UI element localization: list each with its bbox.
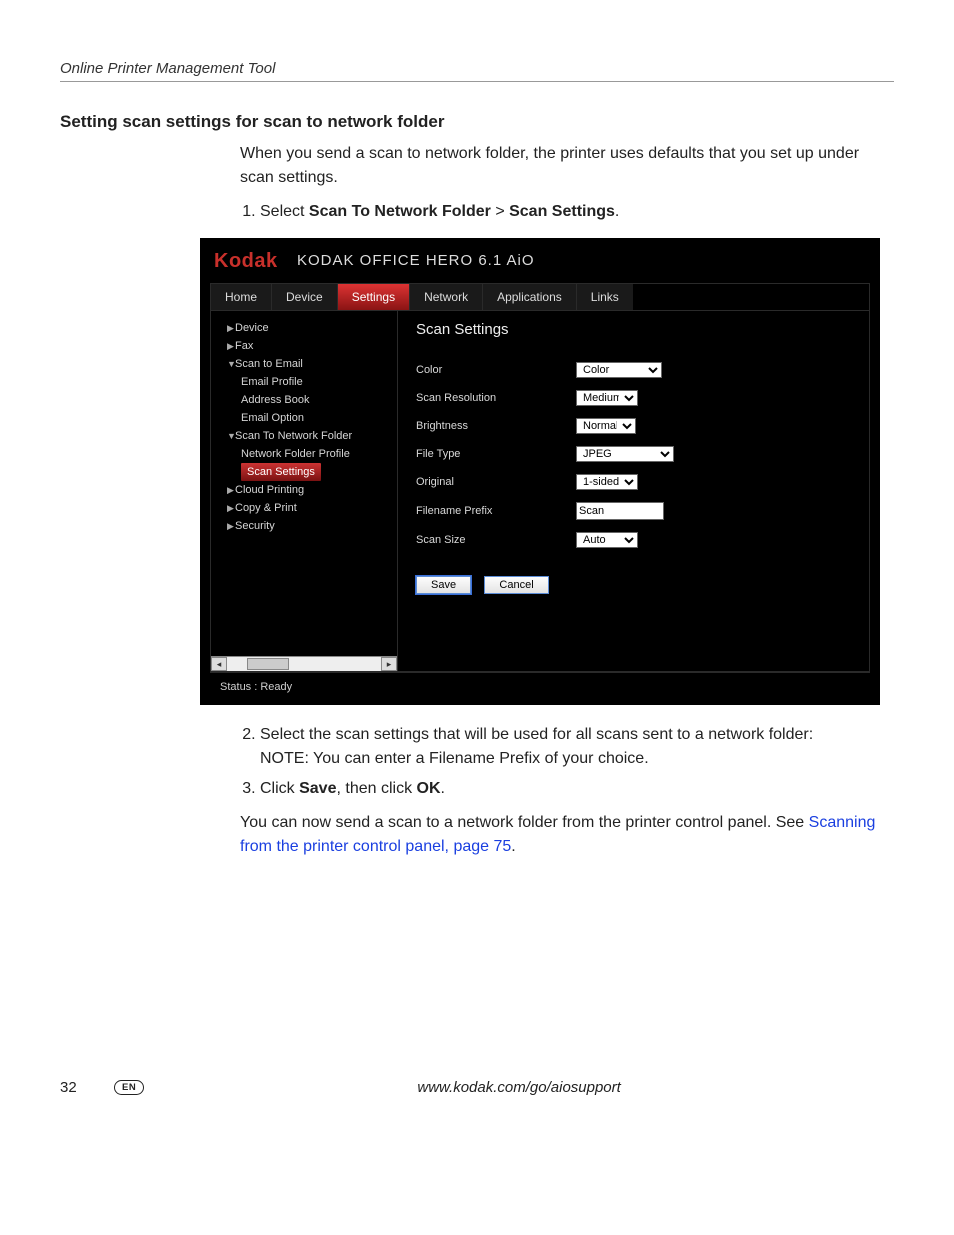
label-scan-size: Scan Size	[416, 534, 576, 546]
scroll-right-icon[interactable]: ▸	[381, 657, 397, 671]
top-tabs: Home Device Settings Network Application…	[210, 283, 870, 310]
triangle-right-icon: ▶	[227, 485, 235, 496]
label-prefix: Filename Prefix	[416, 505, 576, 517]
sidebar-item-security[interactable]: ▶Security	[221, 517, 391, 535]
select-resolution[interactable]: Medium	[576, 390, 638, 406]
triangle-right-icon: ▶	[227, 521, 235, 532]
page-number: 32	[60, 1079, 110, 1096]
model-name: KODAK OFFICE HERO 6.1 AiO	[297, 252, 535, 269]
select-scan-size[interactable]: Auto	[576, 532, 638, 548]
section-heading: Setting scan settings for scan to networ…	[60, 112, 894, 132]
input-filename-prefix[interactable]	[576, 502, 664, 520]
select-color[interactable]: Color	[576, 362, 662, 378]
sidebar-scrollbar[interactable]: ◂ ▸	[211, 656, 397, 671]
step-1: Select Scan To Network Folder > Scan Set…	[260, 200, 894, 224]
sidebar-item-copy-print[interactable]: ▶Copy & Print	[221, 499, 391, 517]
triangle-down-icon: ▼	[227, 359, 235, 369]
content-panel: Scan Settings Color Color Scan Resolutio…	[398, 311, 869, 671]
sidebar: ▶Device ▶Fax ▼Scan to Email Email Profil…	[211, 311, 398, 671]
brand-logo: Kodak	[214, 250, 278, 273]
label-brightness: Brightness	[416, 420, 576, 432]
screenshot-printer-tool: Kodak KODAK OFFICE HERO 6.1 AiO Home Dev…	[200, 238, 880, 705]
label-filetype: File Type	[416, 448, 576, 460]
tab-home[interactable]: Home	[211, 284, 272, 310]
triangle-down-icon: ▼	[227, 431, 235, 441]
intro-paragraph: When you send a scan to network folder, …	[240, 142, 894, 190]
label-resolution: Scan Resolution	[416, 392, 576, 404]
select-filetype[interactable]: JPEG	[576, 446, 674, 462]
closing-paragraph: You can now send a scan to a network fol…	[240, 811, 894, 859]
running-header: Online Printer Management Tool	[60, 60, 894, 82]
sidebar-item-device[interactable]: ▶Device	[221, 319, 391, 337]
label-original: Original	[416, 476, 576, 488]
tab-settings[interactable]: Settings	[338, 284, 410, 310]
tab-device[interactable]: Device	[272, 284, 338, 310]
tab-applications[interactable]: Applications	[483, 284, 577, 310]
triangle-right-icon: ▶	[227, 503, 235, 514]
select-brightness[interactable]: Normal	[576, 418, 636, 434]
select-original[interactable]: 1-sided	[576, 474, 638, 490]
step-3: Click Save, then click OK.	[260, 777, 894, 801]
sidebar-item-fax[interactable]: ▶Fax	[221, 337, 391, 355]
tab-network[interactable]: Network	[410, 284, 483, 310]
sidebar-item-scan-to-network-folder[interactable]: ▼Scan To Network Folder	[221, 427, 391, 445]
sidebar-item-scan-to-email[interactable]: ▼Scan to Email	[221, 355, 391, 373]
language-badge: EN	[114, 1080, 144, 1095]
panel-title: Scan Settings	[416, 321, 851, 338]
sidebar-item-email-option[interactable]: Email Option	[221, 409, 391, 427]
sidebar-item-network-folder-profile[interactable]: Network Folder Profile	[221, 445, 391, 463]
footer-url: www.kodak.com/go/aiosupport	[144, 1079, 894, 1096]
save-button[interactable]: Save	[416, 576, 471, 594]
sidebar-item-scan-settings[interactable]: Scan Settings	[241, 463, 321, 481]
triangle-right-icon: ▶	[227, 341, 235, 352]
screenshot-header: Kodak KODAK OFFICE HERO 6.1 AiO	[200, 238, 880, 283]
scroll-thumb[interactable]	[247, 658, 289, 670]
triangle-right-icon: ▶	[227, 323, 235, 334]
tab-links[interactable]: Links	[577, 284, 633, 310]
cancel-button[interactable]: Cancel	[484, 576, 548, 594]
sidebar-item-address-book[interactable]: Address Book	[221, 391, 391, 409]
status-bar: Status : Ready	[210, 672, 870, 705]
scroll-left-icon[interactable]: ◂	[211, 657, 227, 671]
sidebar-item-cloud-printing[interactable]: ▶Cloud Printing	[221, 481, 391, 499]
sidebar-item-email-profile[interactable]: Email Profile	[221, 373, 391, 391]
label-color: Color	[416, 364, 576, 376]
step-2: Select the scan settings that will be us…	[260, 723, 894, 771]
